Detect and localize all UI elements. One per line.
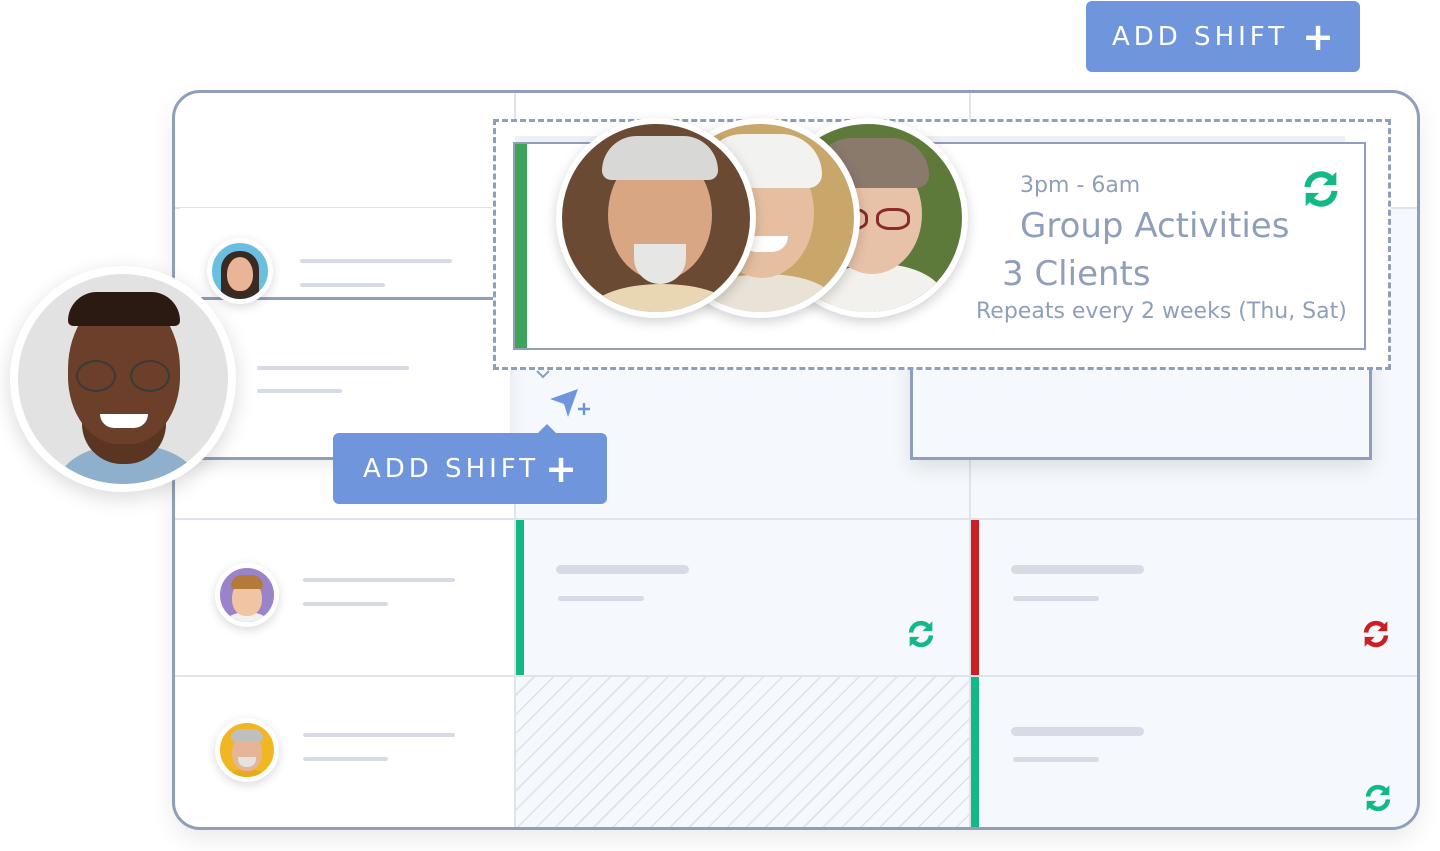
client-avatar-1[interactable] — [556, 118, 756, 318]
placeholder-line — [1013, 757, 1099, 762]
repeat-sync-icon — [1365, 784, 1391, 812]
add-shift-label: ADD SHIFT — [1111, 21, 1289, 52]
repeat-sync-icon — [1304, 171, 1338, 207]
shift-client-count: 3 Clients — [1002, 254, 1151, 294]
shift-cell[interactable] — [971, 520, 1417, 675]
placeholder-line — [303, 733, 455, 737]
placeholder-line — [1013, 596, 1099, 601]
shift-cell[interactable] — [971, 677, 1417, 827]
placeholder-line — [1011, 727, 1144, 736]
shift-title: Group Activities — [1020, 206, 1290, 246]
repeat-sync-icon — [908, 620, 934, 648]
placeholder-line — [558, 596, 644, 601]
chevron-down-icon — [536, 370, 550, 379]
add-shift-button-inline[interactable]: ADD SHIFT + — [333, 424, 607, 504]
placeholder-line — [257, 389, 342, 393]
placeholder-line — [257, 366, 409, 370]
placeholder-line — [1011, 565, 1144, 574]
shift-time: 3pm - 6am — [1020, 173, 1141, 198]
placeholder-line — [303, 757, 388, 761]
add-shift-button-top[interactable]: ADD SHIFT + — [1086, 1, 1360, 72]
add-shift-label: ADD SHIFT — [362, 453, 540, 484]
navigation-add-icon — [550, 389, 590, 417]
plus-icon: + — [1302, 14, 1335, 59]
status-stripe-green — [971, 677, 979, 827]
staff-avatar[interactable] — [215, 718, 279, 782]
plus-icon: + — [545, 446, 578, 491]
placeholder-line — [556, 565, 689, 574]
staff-row[interactable] — [180, 208, 500, 304]
shift-cell[interactable] — [516, 520, 969, 675]
status-stripe-green — [516, 520, 524, 675]
status-stripe-green — [515, 144, 527, 348]
staff-avatar[interactable] — [207, 238, 273, 304]
staff-avatar[interactable] — [215, 563, 279, 627]
staff-avatar-dragging[interactable] — [10, 266, 236, 492]
placeholder-line — [300, 283, 385, 287]
placeholder-line — [303, 578, 455, 582]
unavailable-cell — [516, 677, 969, 827]
placeholder-line — [303, 602, 388, 606]
status-stripe-red — [971, 520, 979, 675]
placeholder-line — [300, 259, 452, 263]
shift-recurrence: Repeats every 2 weeks (Thu, Sat) — [976, 299, 1347, 324]
repeat-sync-icon — [1363, 620, 1389, 648]
